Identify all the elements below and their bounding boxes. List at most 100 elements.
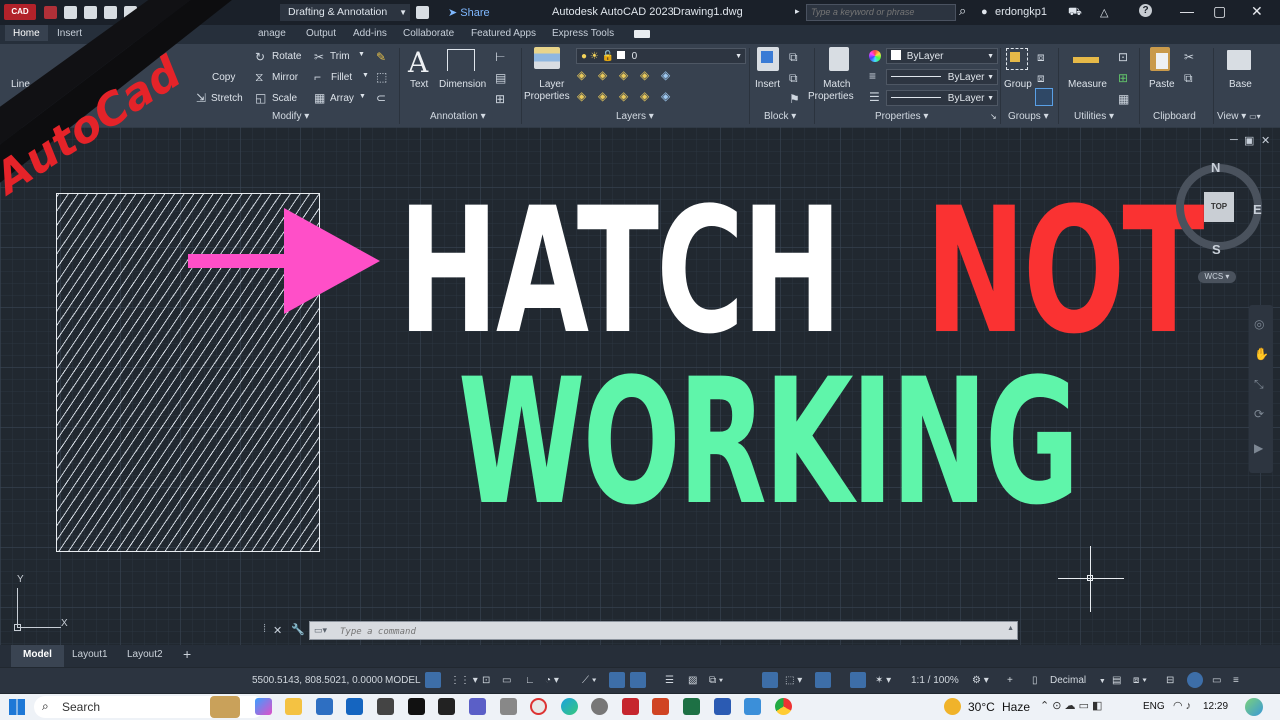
paste-button[interactable]: Paste [1149,79,1175,90]
layer-properties-icon[interactable] [534,47,560,69]
weather-description[interactable]: Haze [1002,700,1030,714]
ortho-toggle-icon[interactable]: ∟ [525,673,535,688]
app-red-icon[interactable] [530,698,547,715]
polar-toggle-icon[interactable]: ◔ ▾ [545,673,559,688]
insert-button[interactable]: Insert [755,79,780,90]
dimension-tool-icon[interactable] [447,49,475,71]
properties-launcher-icon[interactable]: ↘ [990,112,997,121]
explode-icon[interactable]: ⬚ [376,70,387,84]
modify-panel-title[interactable]: Modify ▾ [272,111,309,122]
text-button[interactable]: Text [410,79,428,90]
lineweight-toggle-icon[interactable]: ☰ [665,673,674,688]
grid-toggle-icon[interactable] [425,672,441,688]
command-scroll-icon[interactable]: ▲ [1007,625,1014,632]
copy-clip-icon[interactable]: ⧉ [1184,71,1193,86]
text-tool-icon[interactable]: A [408,46,428,79]
quick-select-icon[interactable]: ⊡ [1118,50,1128,64]
quick-properties-icon[interactable]: ▤ [1112,673,1121,688]
zoom-extents-icon[interactable]: ⤡ [1254,377,1264,392]
workspace-switch-icon[interactable]: ⚙ ▾ [972,673,989,688]
match-properties-button[interactable]: Match Properties [808,79,854,103]
dynamic-ucs-icon[interactable]: ⬚ ▾ [785,673,802,688]
base-button[interactable]: Base [1229,79,1252,90]
viewport-minimize-icon[interactable]: ─ [1230,134,1238,146]
layer-tool-8-icon[interactable]: ◈ [619,89,628,103]
properties-panel-title[interactable]: Properties ▾ [875,111,928,122]
annotation-panel-title[interactable]: Annotation ▾ [430,111,486,122]
layer-tool-3-icon[interactable]: ◈ [619,68,628,82]
isodraft-icon[interactable]: ⟋ ▾ [582,673,597,688]
command-history-icon[interactable]: ▭▾ [314,625,327,636]
mirror-button[interactable]: Mirror [272,72,298,83]
infer-constraints-icon[interactable]: ⊡ [482,673,490,688]
settings-gear-icon[interactable] [591,698,608,715]
lineweight-dropdown[interactable]: ByLayer ▼ [886,90,998,106]
trim-button[interactable]: Trim [330,51,350,62]
match-properties-icon[interactable] [829,47,849,71]
close-icon[interactable]: ✕ [1251,3,1263,20]
clipboard-panel-title[interactable]: Clipboard [1153,111,1196,122]
layer-properties-button[interactable]: Layer Properties [524,79,570,103]
create-block-icon[interactable]: ⧉ [789,50,798,65]
select-all-icon[interactable]: ⊞ [1118,71,1128,85]
block-attributes-icon[interactable]: ⚑ [789,92,800,106]
viewport-close-icon[interactable]: ✕ [1261,134,1270,147]
group-button[interactable]: Group [1004,79,1032,90]
autodesk-a360-icon[interactable]: △ [1100,6,1108,19]
layer-tool-10-icon[interactable]: ◈ [661,89,670,103]
notifications-icon[interactable] [1245,698,1263,716]
coordinate-readout[interactable]: 5500.5143, 808.5021, 0.0000 [252,673,383,688]
weather-temperature[interactable]: 30°C [968,700,995,714]
group-edit-icon[interactable]: ⧈ [1037,71,1045,86]
command-line[interactable]: ▭▾ ▲ [309,621,1018,640]
word-icon[interactable] [714,698,731,715]
object-snap-icon[interactable] [630,672,646,688]
trim-icon[interactable]: ✂ [314,50,324,64]
wifi-volume-icons[interactable]: ◠ ♪ [1173,699,1191,712]
group-select-icon[interactable] [1035,88,1053,106]
linetype-dropdown[interactable]: ByLayer ▼ [886,69,998,85]
panel-toggle-icon[interactable]: ▭▾ [1249,112,1261,121]
insert-block-icon[interactable] [757,47,779,71]
color-wheel-icon[interactable] [869,50,881,62]
user-account[interactable]: erdongkp1 [995,6,1047,18]
share-file-icon[interactable] [416,6,429,19]
measure-icon[interactable] [1073,57,1099,63]
linetype-icon[interactable]: ☰ [869,90,880,104]
osnap-tracking-icon[interactable] [609,672,625,688]
viewcube-ring[interactable]: TOP [1176,164,1262,250]
snap-toggle-icon[interactable]: ⋮⋮ ▾ [450,673,478,688]
table-icon[interactable]: ▤ [495,71,506,85]
annotation-visibility-icon[interactable] [850,672,866,688]
photos-icon[interactable] [744,698,761,715]
help-icon[interactable]: ? [1139,4,1152,17]
autocad-taskbar-icon[interactable] [622,698,639,715]
command-grip-icon[interactable]: ⁞ [263,623,266,635]
app-generic-icon[interactable] [500,698,517,715]
erase-icon[interactable]: ✎ [376,50,386,64]
file-explorer-icon[interactable] [285,698,302,715]
fillet-icon[interactable]: ⌐ [314,70,321,84]
3d-osnap-icon[interactable] [762,672,778,688]
lock-ui-icon[interactable]: ⧈ ▾ [1133,673,1147,688]
app-capcut-icon[interactable] [408,698,425,715]
base-view-icon[interactable] [1227,50,1251,70]
groups-panel-title[interactable]: Groups ▾ [1008,111,1049,122]
ribbon-options-icon[interactable] [634,30,650,38]
app-store-icon[interactable] [377,698,394,715]
teams-icon[interactable] [469,698,486,715]
search-icon[interactable]: ⌕ [959,3,966,19]
fillet-dropdown-icon[interactable]: ▼ [362,72,369,79]
layer-tool-2-icon[interactable]: ◈ [598,68,607,82]
mail-icon[interactable] [316,698,333,715]
layer-dropdown[interactable]: ● ☀ 🔓 0 ▼ [576,48,746,64]
array-icon[interactable]: ▦ [314,91,325,105]
layer-tool-7-icon[interactable]: ◈ [598,89,607,103]
layer-tool-6-icon[interactable]: ◈ [577,89,586,103]
hardware-acceleration-icon[interactable] [1187,672,1203,688]
excel-icon[interactable] [683,698,700,715]
compass-south[interactable]: S [1212,242,1221,257]
command-customize-icon[interactable]: 🔧 [291,623,305,636]
block-panel-title[interactable]: Block ▾ [764,111,796,122]
orbit-icon[interactable]: ⟳ [1254,407,1264,421]
